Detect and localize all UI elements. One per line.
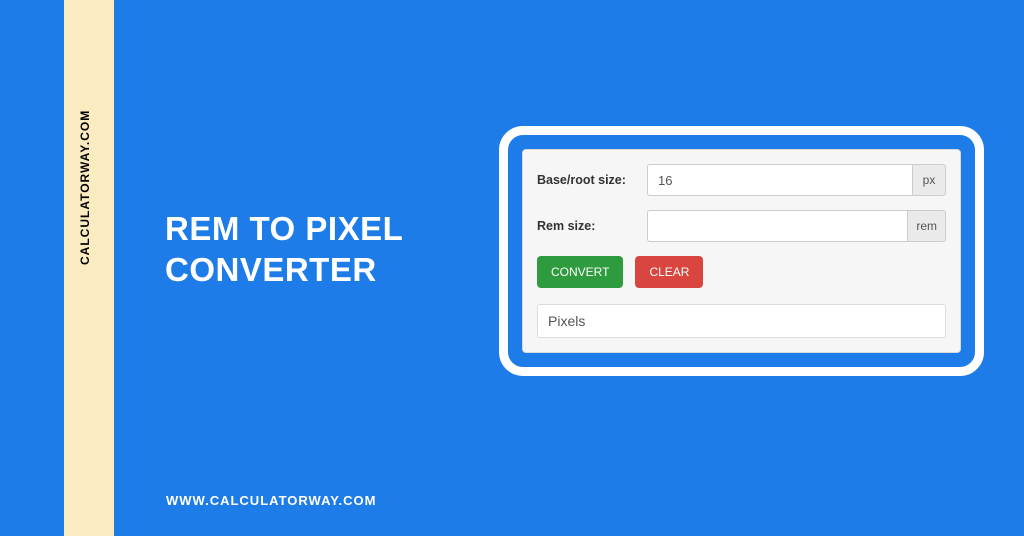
rem-size-input-group: rem [647, 210, 946, 242]
button-row: CONVERT CLEAR [537, 256, 946, 288]
base-size-input-group: px [647, 164, 946, 196]
converter-card: Base/root size: px Rem size: rem CONVERT… [522, 149, 961, 353]
base-size-unit: px [912, 164, 946, 196]
rem-size-label: Rem size: [537, 219, 637, 233]
title-line-2: CONVERTER [165, 249, 403, 290]
clear-button[interactable]: CLEAR [635, 256, 703, 288]
rem-size-input[interactable] [647, 210, 907, 242]
title-line-1: REM TO PIXEL [165, 208, 403, 249]
result-output: Pixels [537, 304, 946, 338]
rem-size-row: Rem size: rem [537, 210, 946, 242]
decorative-stripe [64, 0, 114, 536]
base-size-row: Base/root size: px [537, 164, 946, 196]
rem-size-unit: rem [907, 210, 946, 242]
base-size-input[interactable] [647, 164, 912, 196]
sidebar-brand-text: CALCULATORWAY.COM [78, 110, 92, 265]
convert-button[interactable]: CONVERT [537, 256, 623, 288]
footer-url: WWW.CALCULATORWAY.COM [166, 493, 376, 508]
converter-card-frame: Base/root size: px Rem size: rem CONVERT… [499, 126, 984, 376]
page-title: REM TO PIXEL CONVERTER [165, 208, 403, 291]
base-size-label: Base/root size: [537, 173, 637, 187]
